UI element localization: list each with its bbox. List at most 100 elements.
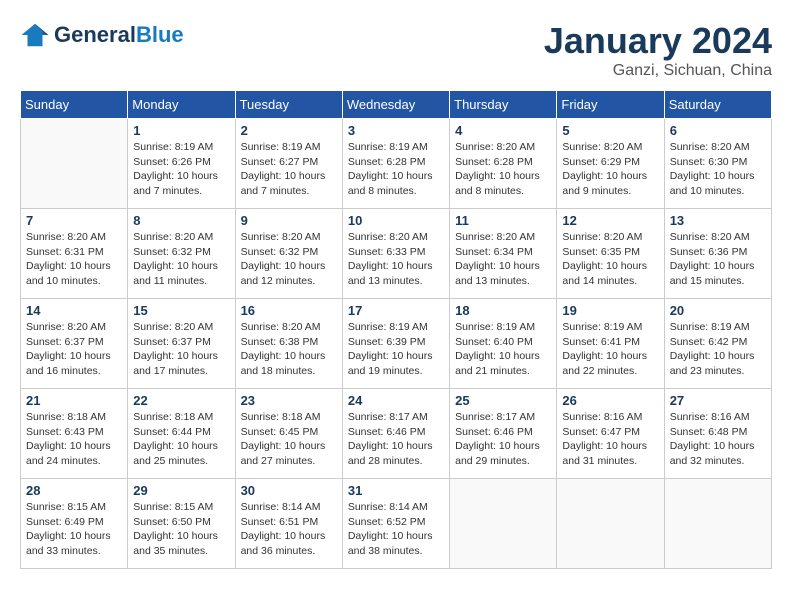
daylight-text: Daylight: 10 hours and 18 minutes. <box>241 350 326 377</box>
daylight-text: Daylight: 10 hours and 13 minutes. <box>455 260 540 287</box>
sunrise-text: Sunrise: 8:20 AM <box>26 231 106 243</box>
title-area: January 2024 Ganzi, Sichuan, China <box>544 20 772 80</box>
sunset-text: Sunset: 6:46 PM <box>348 426 426 438</box>
daylight-text: Daylight: 10 hours and 24 minutes. <box>26 440 111 467</box>
table-row: 24 Sunrise: 8:17 AM Sunset: 6:46 PM Dayl… <box>342 389 449 479</box>
day-number: 27 <box>670 393 766 408</box>
day-number: 10 <box>348 213 444 228</box>
daylight-text: Daylight: 10 hours and 12 minutes. <box>241 260 326 287</box>
daylight-text: Daylight: 10 hours and 22 minutes. <box>562 350 647 377</box>
calendar-week-row: 1 Sunrise: 8:19 AM Sunset: 6:26 PM Dayli… <box>21 119 772 209</box>
daylight-text: Daylight: 10 hours and 16 minutes. <box>26 350 111 377</box>
calendar-header-row: Sunday Monday Tuesday Wednesday Thursday… <box>21 91 772 119</box>
daylight-text: Daylight: 10 hours and 28 minutes. <box>348 440 433 467</box>
sunrise-text: Sunrise: 8:20 AM <box>241 231 321 243</box>
sunrise-text: Sunrise: 8:19 AM <box>670 321 750 333</box>
day-info: Sunrise: 8:20 AM Sunset: 6:32 PM Dayligh… <box>133 230 229 289</box>
daylight-text: Daylight: 10 hours and 14 minutes. <box>562 260 647 287</box>
day-number: 5 <box>562 123 658 138</box>
day-info: Sunrise: 8:17 AM Sunset: 6:46 PM Dayligh… <box>348 410 444 469</box>
sunset-text: Sunset: 6:52 PM <box>348 516 426 528</box>
sunset-text: Sunset: 6:33 PM <box>348 246 426 258</box>
sunset-text: Sunset: 6:28 PM <box>348 156 426 168</box>
day-info: Sunrise: 8:19 AM Sunset: 6:28 PM Dayligh… <box>348 140 444 199</box>
sunrise-text: Sunrise: 8:19 AM <box>348 141 428 153</box>
table-row: 2 Sunrise: 8:19 AM Sunset: 6:27 PM Dayli… <box>235 119 342 209</box>
day-number: 2 <box>241 123 337 138</box>
day-info: Sunrise: 8:20 AM Sunset: 6:31 PM Dayligh… <box>26 230 122 289</box>
sunset-text: Sunset: 6:40 PM <box>455 336 533 348</box>
day-info: Sunrise: 8:20 AM Sunset: 6:36 PM Dayligh… <box>670 230 766 289</box>
table-row: 18 Sunrise: 8:19 AM Sunset: 6:40 PM Dayl… <box>450 299 557 389</box>
table-row <box>664 479 771 569</box>
day-info: Sunrise: 8:19 AM Sunset: 6:42 PM Dayligh… <box>670 320 766 379</box>
day-number: 6 <box>670 123 766 138</box>
calendar-week-row: 14 Sunrise: 8:20 AM Sunset: 6:37 PM Dayl… <box>21 299 772 389</box>
table-row: 28 Sunrise: 8:15 AM Sunset: 6:49 PM Dayl… <box>21 479 128 569</box>
logo-text: GeneralBlue <box>54 22 184 48</box>
daylight-text: Daylight: 10 hours and 27 minutes. <box>241 440 326 467</box>
daylight-text: Daylight: 10 hours and 38 minutes. <box>348 530 433 557</box>
table-row: 21 Sunrise: 8:18 AM Sunset: 6:43 PM Dayl… <box>21 389 128 479</box>
day-info: Sunrise: 8:14 AM Sunset: 6:52 PM Dayligh… <box>348 500 444 559</box>
sunset-text: Sunset: 6:32 PM <box>133 246 211 258</box>
col-tuesday: Tuesday <box>235 91 342 119</box>
daylight-text: Daylight: 10 hours and 32 minutes. <box>670 440 755 467</box>
day-info: Sunrise: 8:20 AM Sunset: 6:32 PM Dayligh… <box>241 230 337 289</box>
day-number: 24 <box>348 393 444 408</box>
sunrise-text: Sunrise: 8:20 AM <box>455 231 535 243</box>
table-row: 27 Sunrise: 8:16 AM Sunset: 6:48 PM Dayl… <box>664 389 771 479</box>
day-info: Sunrise: 8:15 AM Sunset: 6:50 PM Dayligh… <box>133 500 229 559</box>
daylight-text: Daylight: 10 hours and 31 minutes. <box>562 440 647 467</box>
sunset-text: Sunset: 6:43 PM <box>26 426 104 438</box>
calendar-week-row: 21 Sunrise: 8:18 AM Sunset: 6:43 PM Dayl… <box>21 389 772 479</box>
day-number: 25 <box>455 393 551 408</box>
table-row: 25 Sunrise: 8:17 AM Sunset: 6:46 PM Dayl… <box>450 389 557 479</box>
day-info: Sunrise: 8:20 AM Sunset: 6:33 PM Dayligh… <box>348 230 444 289</box>
daylight-text: Daylight: 10 hours and 33 minutes. <box>26 530 111 557</box>
sunset-text: Sunset: 6:32 PM <box>241 246 319 258</box>
day-info: Sunrise: 8:20 AM Sunset: 6:37 PM Dayligh… <box>26 320 122 379</box>
day-info: Sunrise: 8:19 AM Sunset: 6:39 PM Dayligh… <box>348 320 444 379</box>
table-row: 31 Sunrise: 8:14 AM Sunset: 6:52 PM Dayl… <box>342 479 449 569</box>
sunrise-text: Sunrise: 8:20 AM <box>455 141 535 153</box>
sunset-text: Sunset: 6:44 PM <box>133 426 211 438</box>
day-number: 13 <box>670 213 766 228</box>
sunset-text: Sunset: 6:37 PM <box>26 336 104 348</box>
day-number: 1 <box>133 123 229 138</box>
sunset-text: Sunset: 6:46 PM <box>455 426 533 438</box>
sunset-text: Sunset: 6:36 PM <box>670 246 748 258</box>
table-row: 6 Sunrise: 8:20 AM Sunset: 6:30 PM Dayli… <box>664 119 771 209</box>
col-friday: Friday <box>557 91 664 119</box>
sunset-text: Sunset: 6:28 PM <box>455 156 533 168</box>
sunset-text: Sunset: 6:30 PM <box>670 156 748 168</box>
table-row <box>557 479 664 569</box>
table-row: 16 Sunrise: 8:20 AM Sunset: 6:38 PM Dayl… <box>235 299 342 389</box>
table-row: 9 Sunrise: 8:20 AM Sunset: 6:32 PM Dayli… <box>235 209 342 299</box>
day-info: Sunrise: 8:19 AM Sunset: 6:40 PM Dayligh… <box>455 320 551 379</box>
day-number: 3 <box>348 123 444 138</box>
sunrise-text: Sunrise: 8:19 AM <box>241 141 321 153</box>
daylight-text: Daylight: 10 hours and 11 minutes. <box>133 260 218 287</box>
table-row: 3 Sunrise: 8:19 AM Sunset: 6:28 PM Dayli… <box>342 119 449 209</box>
daylight-text: Daylight: 10 hours and 9 minutes. <box>562 170 647 197</box>
sunrise-text: Sunrise: 8:16 AM <box>562 411 642 423</box>
daylight-text: Daylight: 10 hours and 15 minutes. <box>670 260 755 287</box>
sunrise-text: Sunrise: 8:20 AM <box>562 231 642 243</box>
sunrise-text: Sunrise: 8:19 AM <box>562 321 642 333</box>
logo: GeneralBlue <box>20 20 184 50</box>
sunrise-text: Sunrise: 8:17 AM <box>455 411 535 423</box>
table-row: 13 Sunrise: 8:20 AM Sunset: 6:36 PM Dayl… <box>664 209 771 299</box>
day-info: Sunrise: 8:20 AM Sunset: 6:28 PM Dayligh… <box>455 140 551 199</box>
sunrise-text: Sunrise: 8:14 AM <box>241 501 321 513</box>
sunset-text: Sunset: 6:34 PM <box>455 246 533 258</box>
day-info: Sunrise: 8:20 AM Sunset: 6:30 PM Dayligh… <box>670 140 766 199</box>
col-wednesday: Wednesday <box>342 91 449 119</box>
sunrise-text: Sunrise: 8:20 AM <box>241 321 321 333</box>
table-row: 12 Sunrise: 8:20 AM Sunset: 6:35 PM Dayl… <box>557 209 664 299</box>
daylight-text: Daylight: 10 hours and 7 minutes. <box>241 170 326 197</box>
table-row: 7 Sunrise: 8:20 AM Sunset: 6:31 PM Dayli… <box>21 209 128 299</box>
daylight-text: Daylight: 10 hours and 29 minutes. <box>455 440 540 467</box>
sunrise-text: Sunrise: 8:15 AM <box>26 501 106 513</box>
sunrise-text: Sunrise: 8:18 AM <box>26 411 106 423</box>
